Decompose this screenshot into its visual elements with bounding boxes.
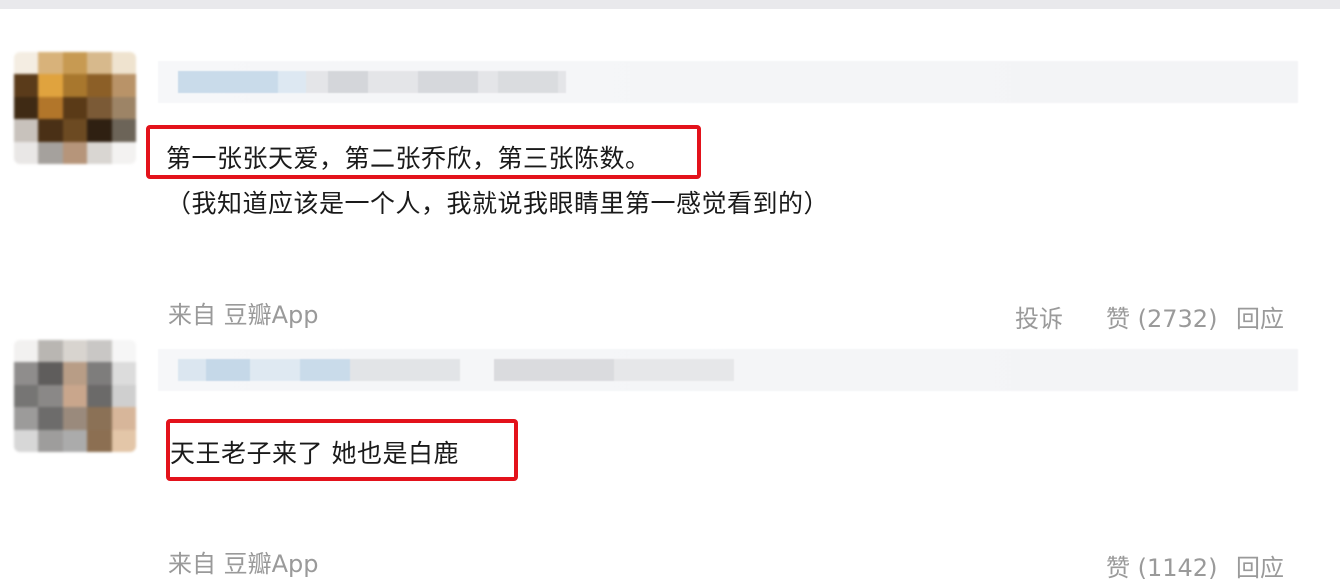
reply-button[interactable]: 回应	[1236, 299, 1284, 334]
reply-button[interactable]: 回应	[1236, 548, 1284, 583]
comment-meta-blurred	[158, 61, 1298, 103]
like-button[interactable]: 赞 (1142)	[1106, 548, 1217, 583]
top-divider	[0, 0, 1340, 9]
avatar-1[interactable]	[14, 52, 136, 164]
comment-text-line-1: 第一张张天爱，第二张乔欣，第三张陈数。	[166, 144, 651, 173]
comment-source: 来自 豆瓣App	[168, 301, 319, 329]
like-button[interactable]: 赞 (2732)	[1106, 299, 1217, 334]
comment-text-line-2: （我知道应该是一个人，我就说我眼睛里第一感觉看到的）	[166, 189, 830, 218]
report-button[interactable]: 投诉	[1015, 299, 1063, 334]
avatar-2[interactable]	[14, 340, 136, 452]
comment-meta-blurred	[158, 349, 1298, 391]
comment-text-line-1: 天王老子来了 她也是白鹿	[170, 439, 459, 468]
comment-item-1: 第一张张天爱，第二张乔欣，第三张陈数。 （我知道应该是一个人，我就说我眼睛里第一…	[0, 9, 1340, 340]
comment-item-2: 天王老子来了 她也是白鹿 来自 豆瓣App 赞 (1142) 回应	[0, 340, 1340, 588]
comment-source: 来自 豆瓣App	[168, 550, 319, 578]
